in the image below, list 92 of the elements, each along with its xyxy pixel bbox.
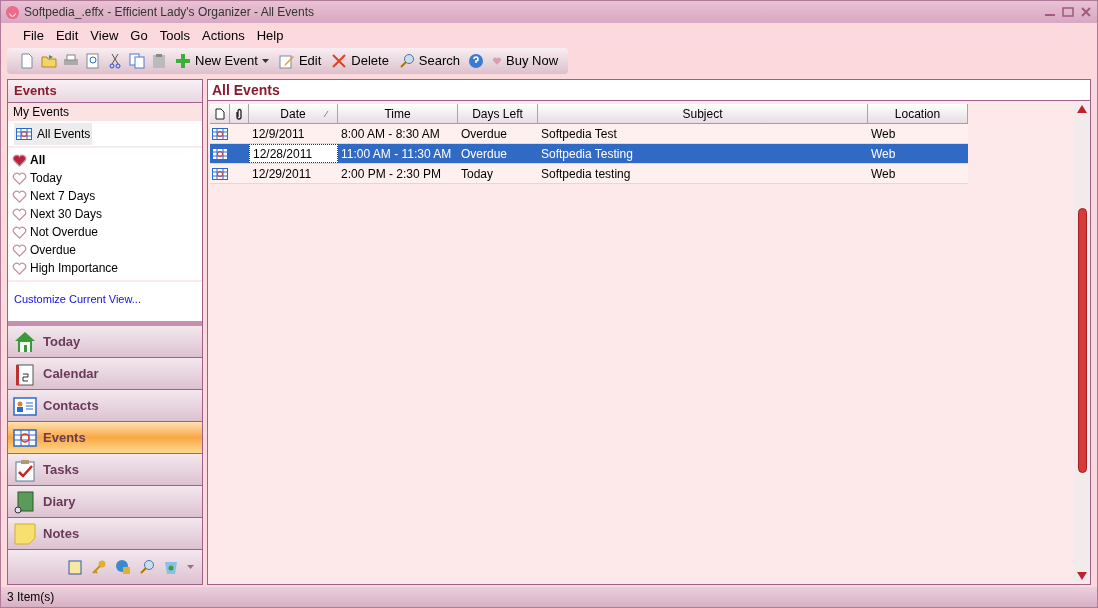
column-header[interactable]: Date <box>249 104 338 123</box>
navigation-button[interactable]: Tasks <box>8 454 202 486</box>
filter-item[interactable]: Overdue <box>8 241 202 259</box>
menu-item[interactable]: View <box>84 25 125 46</box>
folder-item[interactable]: All Events <box>14 122 93 145</box>
recycle-bin-icon[interactable] <box>163 559 179 575</box>
table-cell-text: Overdue <box>460 145 509 163</box>
scroll-down-icon <box>1077 572 1087 580</box>
table-cell-text: 11:00 AM - 11:30 AM <box>340 145 453 163</box>
paperclip-icon <box>235 107 243 120</box>
table-cell: 12/28/2011 <box>249 144 338 163</box>
filter-item[interactable]: Next 30 Days <box>8 205 202 223</box>
toolbar-button[interactable]: Buy Now <box>490 51 561 71</box>
document-icon[interactable] <box>19 53 35 69</box>
sort-icon <box>323 109 329 118</box>
copy-icon[interactable] <box>129 53 145 69</box>
magnifier-page-icon[interactable] <box>85 53 101 69</box>
view-title: All Events <box>208 80 1090 101</box>
toolbar-button[interactable]: Edit <box>276 51 324 71</box>
pencil-icon <box>278 53 295 69</box>
menu-item[interactable]: Edit <box>49 25 85 46</box>
search-icon[interactable] <box>139 559 155 575</box>
help-icon[interactable] <box>468 53 485 69</box>
table-cell-text: 2:00 PM - 2:30 PM <box>340 165 443 183</box>
grid-icon <box>212 147 228 160</box>
table-cell-text: Web <box>870 125 897 143</box>
scissors-icon[interactable] <box>107 53 123 69</box>
table-cell-text: 8:00 AM - 8:30 AM <box>340 125 441 143</box>
menu-item[interactable]: File <box>17 25 50 46</box>
caret-icon[interactable] <box>187 565 194 569</box>
calendar-icon <box>13 361 37 386</box>
event-row[interactable]: 12/28/2011 11:00 AM - 11:30 AM Overdue Softpedia Testing Web <box>210 144 968 164</box>
event-row[interactable]: 12/29/2011 2:00 PM - 2:30 PM Today Softpedia testing Web <box>210 164 968 184</box>
table-cell-text: Overdue <box>460 125 509 143</box>
clipboard-check-icon <box>13 457 37 482</box>
navigation-button[interactable]: Calendar <box>8 358 202 390</box>
table-cell-text: Softpedia Test <box>540 125 618 143</box>
heart-icon <box>492 56 503 66</box>
folder-icon[interactable] <box>41 53 57 69</box>
navigation-button[interactable]: Contacts <box>8 390 202 422</box>
clipboard-icon[interactable] <box>151 53 167 69</box>
filter-item[interactable]: Today <box>8 169 202 187</box>
key-icon[interactable] <box>91 559 107 575</box>
menu-item[interactable]: Help <box>250 25 290 46</box>
search-icon <box>398 53 415 69</box>
plus-icon <box>175 53 191 69</box>
globe-lock-icon[interactable] <box>115 559 131 575</box>
menu-item[interactable]: Tools <box>153 25 196 46</box>
grid-icon <box>212 127 228 140</box>
menu-item[interactable]: Actions <box>196 25 251 46</box>
navigation-button[interactable]: Diary <box>8 486 202 518</box>
sticky-note-icon <box>13 521 37 546</box>
grid-icon <box>16 127 32 140</box>
customize-link[interactable]: Customize Current View... <box>14 293 141 305</box>
navigation-button[interactable]: Notes <box>8 518 202 550</box>
scrollbar[interactable] <box>1074 101 1090 584</box>
column-header[interactable]: Subject <box>538 104 868 123</box>
table-cell-text: Web <box>870 145 897 163</box>
filter-item[interactable]: High Importance <box>8 259 202 277</box>
column-header[interactable]: Location <box>868 104 968 123</box>
section-header: My Events <box>8 103 202 121</box>
filter-item[interactable]: Not Overdue <box>8 223 202 241</box>
table-cell-text: 12/29/2011 <box>251 165 313 183</box>
maximize-icon[interactable] <box>1061 6 1075 18</box>
smiley-logo-icon <box>5 4 20 20</box>
status-text: 3 Item(s) <box>7 589 55 606</box>
column-header[interactable]: Days Left <box>458 104 538 123</box>
table-cell-text: 12/9/2011 <box>251 125 306 143</box>
house-icon <box>13 329 37 354</box>
table-cell-text: Softpedia Testing <box>540 145 634 163</box>
document-icon <box>214 107 225 120</box>
grid-icon <box>212 167 228 180</box>
toolbar-button[interactable]: Delete <box>329 51 391 71</box>
navigation-button[interactable]: Events <box>8 422 202 454</box>
event-row[interactable]: 12/9/2011 8:00 AM - 8:30 AM Overdue Softpedia Test Web <box>210 124 968 144</box>
panel-header: Events <box>8 80 202 103</box>
scroll-up-icon <box>1077 105 1087 113</box>
table-cell-text: Web <box>870 165 897 183</box>
clipboard-icon[interactable] <box>67 559 83 575</box>
toolbar-button[interactable]: Search <box>396 51 463 71</box>
table-cell-text: Today <box>460 165 495 183</box>
close-icon <box>331 53 348 69</box>
column-header[interactable]: Time <box>338 104 458 123</box>
window-title: Softpedia_.effx - Efficient Lady's Organizer - All Events <box>24 4 314 21</box>
toolbar-button[interactable]: New Event <box>173 51 271 71</box>
navigation-button[interactable]: Today <box>8 326 202 358</box>
close-icon[interactable] <box>1079 6 1093 18</box>
book-icon <box>13 489 37 514</box>
filter-item[interactable]: Next 7 Days <box>8 187 202 205</box>
filter-item[interactable]: All <box>8 151 202 169</box>
table-cell-text: Softpedia testing <box>540 165 632 183</box>
menu-item[interactable]: Go <box>124 25 154 46</box>
